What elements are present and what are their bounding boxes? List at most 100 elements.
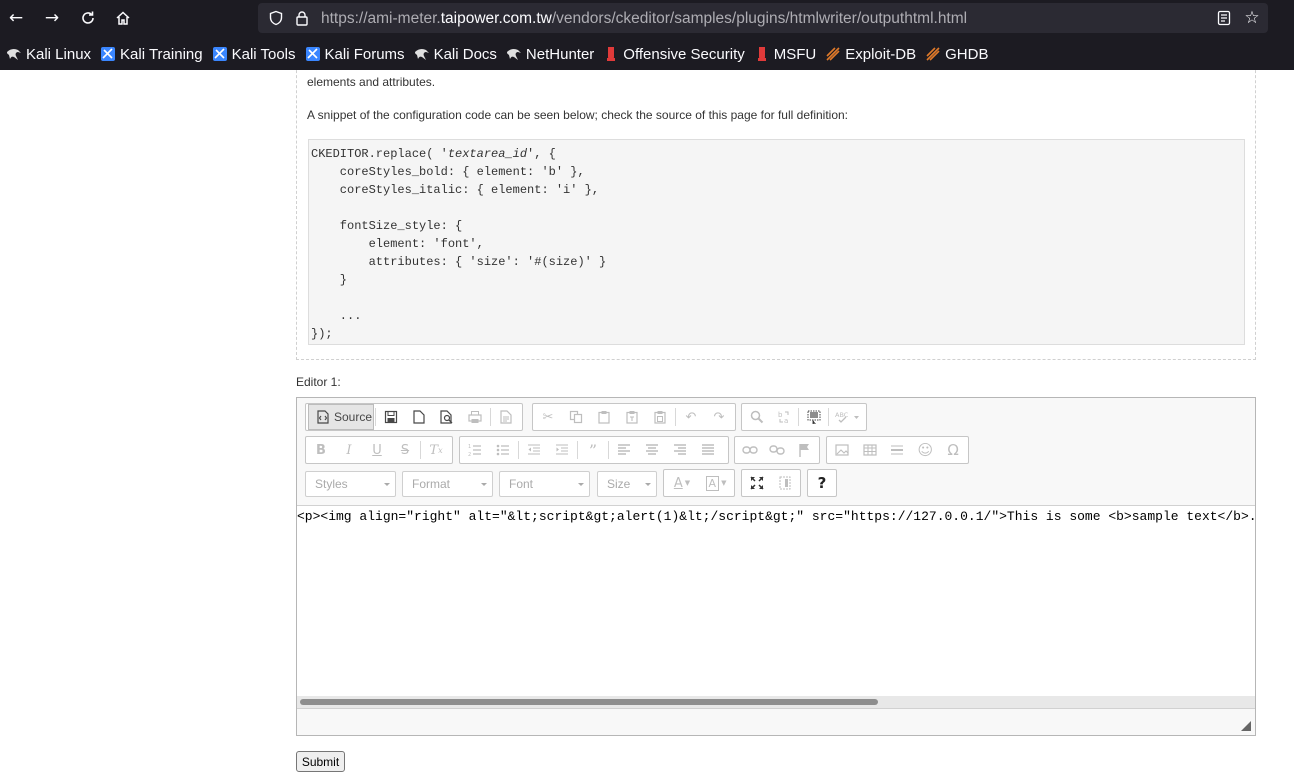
paste-text-icon[interactable] bbox=[618, 404, 646, 430]
bookmark-item[interactable]: Kali Forums bbox=[303, 41, 409, 67]
align-left-icon[interactable] bbox=[610, 437, 638, 463]
kali-training-icon bbox=[100, 46, 116, 62]
lock-icon[interactable] bbox=[292, 8, 312, 28]
reader-view-icon[interactable] bbox=[1214, 8, 1234, 28]
navigation-bar: ← → https://ami-meter.taipower.com.tw/ve… bbox=[0, 0, 1294, 36]
toolbar-group-basicstyles: B I U S Tx bbox=[305, 436, 453, 464]
submit-button[interactable]: Submit bbox=[296, 751, 345, 772]
maximize-icon[interactable] bbox=[743, 470, 771, 496]
new-page-icon[interactable] bbox=[405, 404, 433, 430]
bookmark-item[interactable]: Exploit-DB bbox=[823, 41, 920, 67]
bookmark-item[interactable]: Offensive Security bbox=[601, 41, 748, 67]
source-icon bbox=[317, 410, 329, 424]
toolbar-group-insert: ☺ Ω bbox=[826, 436, 969, 464]
home-icon[interactable] bbox=[109, 4, 137, 32]
paste-word-icon[interactable] bbox=[646, 404, 674, 430]
styles-label: Styles bbox=[315, 477, 348, 491]
horizontal-rule-icon[interactable] bbox=[884, 437, 912, 463]
toolbar-separator bbox=[518, 441, 519, 459]
font-combo[interactable]: Font bbox=[499, 471, 590, 497]
bulleted-list-icon[interactable] bbox=[489, 437, 517, 463]
url-bar[interactable]: https://ami-meter.taipower.com.tw/vendor… bbox=[258, 3, 1268, 33]
editor-bottom-bar bbox=[297, 708, 1255, 735]
url-text[interactable]: https://ami-meter.taipower.com.tw/vendor… bbox=[321, 10, 967, 28]
code-line: ... bbox=[311, 309, 362, 323]
select-all-icon[interactable] bbox=[800, 404, 827, 430]
reload-icon[interactable] bbox=[74, 4, 102, 32]
bookmark-item[interactable]: Kali Linux bbox=[4, 41, 95, 67]
code-line: element: 'font', bbox=[311, 237, 484, 251]
code-snippet: CKEDITOR.replace( 'textarea_id', { coreS… bbox=[308, 139, 1245, 345]
align-justify-icon[interactable] bbox=[694, 437, 722, 463]
format-combo[interactable]: Format bbox=[402, 471, 493, 497]
editor-source-area[interactable]: <p><img align="right" alt="&lt;script&gt… bbox=[297, 506, 1255, 696]
show-blocks-icon[interactable] bbox=[771, 470, 799, 496]
blockquote-icon[interactable]: ” bbox=[579, 437, 607, 463]
toolbar-group-about: ? bbox=[807, 469, 837, 497]
paste-icon[interactable] bbox=[590, 404, 618, 430]
replace-icon[interactable]: ba bbox=[770, 404, 797, 430]
numbered-list-icon[interactable]: 12 bbox=[461, 437, 489, 463]
chevron-down-icon bbox=[578, 483, 584, 486]
forward-icon[interactable]: → bbox=[38, 4, 66, 32]
text-color-icon[interactable]: A ▼ bbox=[665, 470, 699, 496]
offsec-icon bbox=[754, 46, 770, 62]
cut-icon[interactable]: ✂ bbox=[534, 404, 562, 430]
horizontal-scrollbar[interactable] bbox=[297, 696, 1255, 708]
toolbar-group-tools bbox=[741, 469, 801, 497]
align-right-icon[interactable] bbox=[666, 437, 694, 463]
kali-forums-icon bbox=[305, 46, 321, 62]
url-domain: taipower.com.tw bbox=[440, 10, 552, 27]
toolbar-group-clipboard: ✂ ↶ ↷ bbox=[532, 403, 736, 431]
svg-text:a: a bbox=[784, 417, 788, 424]
help-icon[interactable]: ? bbox=[809, 470, 835, 496]
undo-icon[interactable]: ↶ bbox=[677, 404, 705, 430]
indent-icon[interactable] bbox=[548, 437, 576, 463]
bold-icon[interactable]: B bbox=[307, 437, 335, 463]
bookmark-item[interactable]: MSFU bbox=[752, 41, 821, 67]
redo-icon[interactable]: ↷ bbox=[705, 404, 733, 430]
table-icon[interactable] bbox=[856, 437, 884, 463]
italic-icon[interactable]: I bbox=[335, 437, 363, 463]
unlink-icon[interactable] bbox=[763, 437, 790, 463]
styles-combo[interactable]: Styles bbox=[305, 471, 396, 497]
outdent-icon[interactable] bbox=[520, 437, 548, 463]
special-char-icon[interactable]: Ω bbox=[939, 437, 967, 463]
bookmark-star-icon[interactable]: ☆ bbox=[1242, 8, 1262, 28]
code-line: fontSize_style: { bbox=[311, 219, 463, 233]
spellcheck-icon[interactable]: ABC bbox=[830, 404, 865, 430]
scrollbar-thumb[interactable] bbox=[300, 699, 878, 705]
bookmark-label: Kali Tools bbox=[231, 45, 296, 63]
back-icon[interactable]: ← bbox=[2, 4, 30, 32]
tracking-protection-shield-icon[interactable] bbox=[266, 8, 286, 28]
align-center-icon[interactable] bbox=[638, 437, 666, 463]
code-text: CKEDITOR.replace( 'textarea_id', { coreS… bbox=[309, 140, 1244, 348]
source-text[interactable]: <p><img align="right" alt="&lt;script&gt… bbox=[297, 509, 1255, 524]
copy-icon[interactable] bbox=[562, 404, 590, 430]
print-icon[interactable] bbox=[461, 404, 489, 430]
strike-icon[interactable]: S bbox=[391, 437, 419, 463]
save-icon[interactable] bbox=[377, 404, 405, 430]
bookmark-item[interactable]: Kali Tools bbox=[210, 41, 300, 67]
remove-format-icon[interactable]: Tx bbox=[422, 437, 450, 463]
background-color-icon[interactable]: A ▼ bbox=[699, 470, 733, 496]
anchor-flag-icon[interactable] bbox=[791, 437, 818, 463]
size-combo[interactable]: Size bbox=[597, 471, 657, 497]
resize-handle-icon[interactable] bbox=[1241, 721, 1251, 731]
find-icon[interactable] bbox=[743, 404, 770, 430]
image-icon[interactable] bbox=[828, 437, 856, 463]
source-button[interactable]: Source bbox=[308, 404, 374, 430]
link-icon[interactable] bbox=[736, 437, 763, 463]
underline-icon[interactable]: U bbox=[363, 437, 391, 463]
preview-icon[interactable] bbox=[433, 404, 461, 430]
description-text-end: elements and attributes. bbox=[307, 75, 436, 89]
templates-icon[interactable] bbox=[492, 404, 520, 430]
smiley-icon[interactable]: ☺ bbox=[911, 437, 939, 463]
bookmark-item[interactable]: Kali Docs bbox=[412, 41, 501, 67]
toolbar-group-paragraph: 12 ” bbox=[459, 436, 729, 464]
exploitdb-icon bbox=[925, 46, 941, 62]
bookmark-item[interactable]: Kali Training bbox=[98, 41, 207, 67]
page-content: elements and attributes. A snippet of th… bbox=[0, 70, 1294, 784]
bookmark-item[interactable]: NetHunter bbox=[504, 41, 598, 67]
bookmark-item[interactable]: GHDB bbox=[923, 41, 992, 67]
